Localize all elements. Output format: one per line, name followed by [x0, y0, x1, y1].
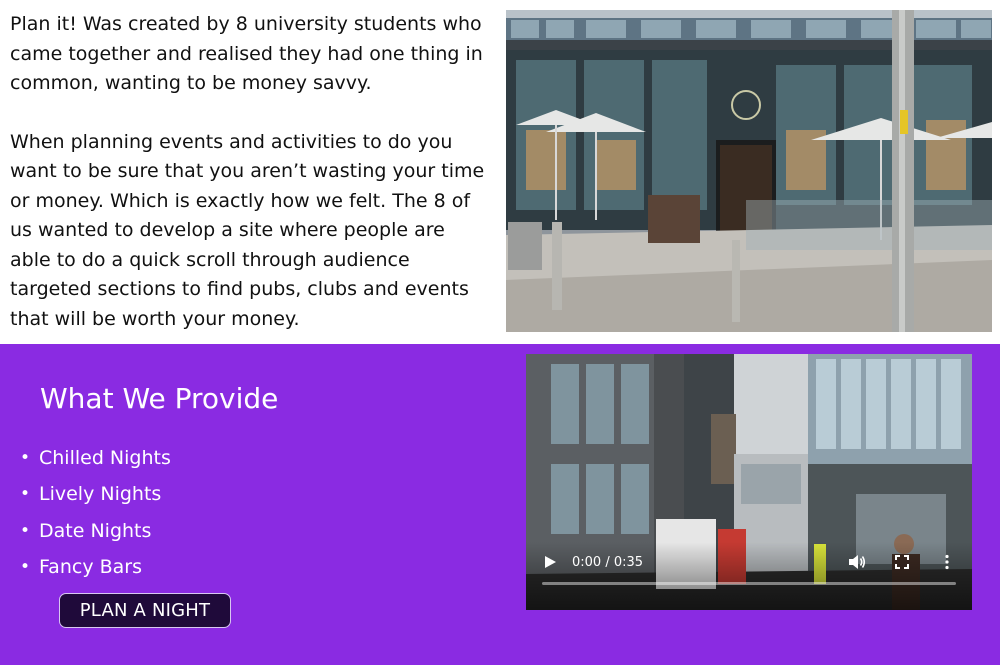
- video-time: 0:00 / 0:35: [572, 555, 644, 570]
- play-icon[interactable]: [543, 555, 557, 569]
- about-paragraph-1: Plan it! Was created by 8 university stu…: [10, 13, 483, 94]
- video-player[interactable]: 0:00 / 0:35: [526, 354, 972, 610]
- more-options-icon[interactable]: [944, 554, 950, 570]
- list-item-fancy-bars: Fancy Bars: [20, 555, 171, 591]
- list-item-date-nights: Date Nights: [20, 519, 171, 555]
- video-progress-bar[interactable]: [542, 582, 956, 585]
- fullscreen-icon[interactable]: [895, 555, 909, 569]
- section-title: What We Provide: [40, 382, 279, 415]
- plan-a-night-button[interactable]: PLAN A NIGHT: [59, 593, 231, 628]
- list-item-chilled-nights: Chilled Nights: [20, 446, 171, 482]
- provide-list: Chilled Nights Lively Nights Date Nights…: [20, 446, 171, 591]
- volume-icon[interactable]: [848, 554, 866, 570]
- restaurant-photo: [506, 10, 992, 332]
- about-text: Plan it! Was created by 8 university stu…: [10, 10, 490, 363]
- video-controls: 0:00 / 0:35: [526, 542, 972, 610]
- about-paragraph-2: When planning events and activities to d…: [10, 130, 485, 330]
- list-item-lively-nights: Lively Nights: [20, 482, 171, 518]
